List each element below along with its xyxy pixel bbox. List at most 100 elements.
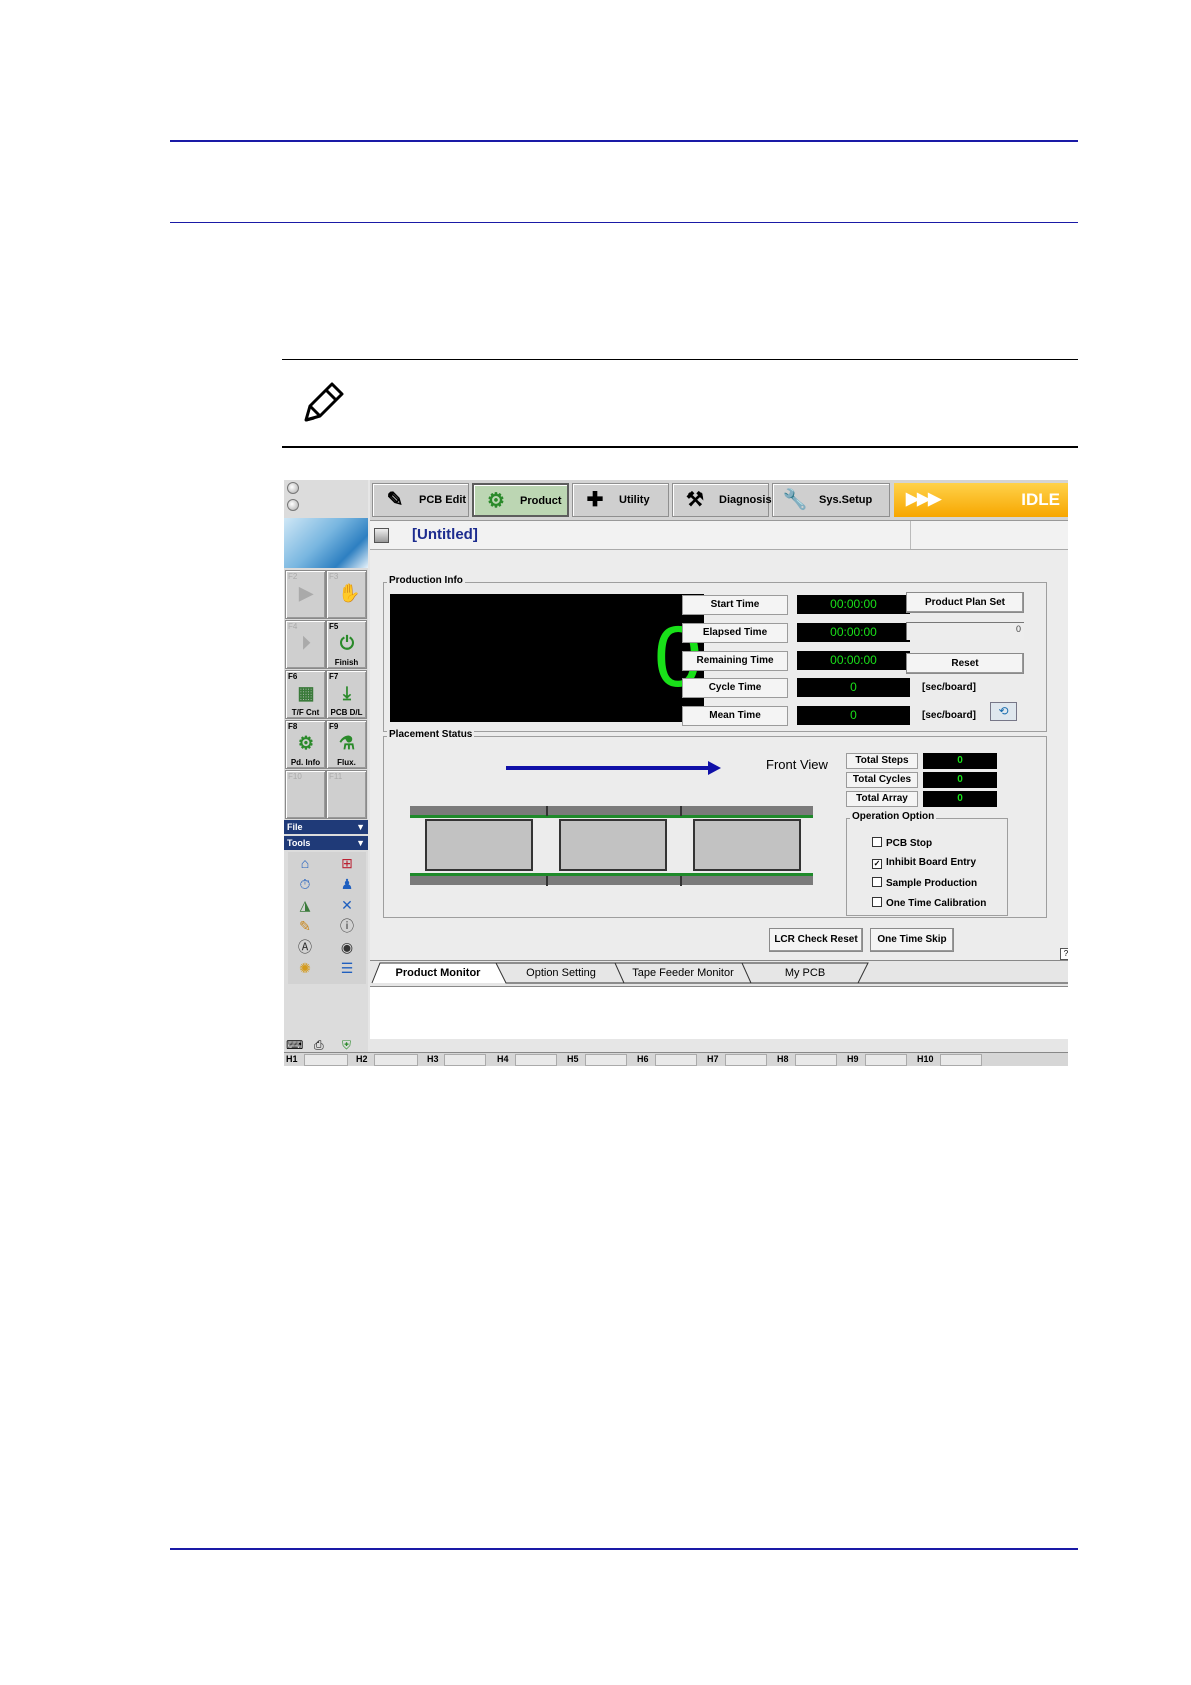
- cycle-time-value: 0: [797, 678, 910, 697]
- f4-step-button[interactable]: F4 ⏵: [285, 620, 326, 669]
- placement-status-title: Placement Status: [387, 729, 475, 740]
- remaining-time-label: Remaining Time: [682, 651, 788, 671]
- utility-button[interactable]: ✚ Utility: [572, 483, 669, 517]
- product-button[interactable]: ⚙ Product: [472, 483, 569, 517]
- f7-pcb-download-button[interactable]: F7 ⤓ PCB D/L: [326, 670, 367, 719]
- remaining-time-value: 00:00:00: [797, 651, 910, 670]
- printer-icon[interactable]: ⎙: [314, 1038, 324, 1053]
- head-status-box: [444, 1054, 486, 1066]
- font-icon[interactable]: Ⓐ: [294, 938, 316, 956]
- settings-icon[interactable]: ✺: [294, 959, 316, 977]
- home-icon[interactable]: ⌂: [294, 854, 316, 872]
- shield-icon[interactable]: ⛨: [342, 1038, 351, 1053]
- f10-button[interactable]: F10: [285, 770, 326, 819]
- tools-menu[interactable]: Tools ▼: [284, 836, 368, 850]
- inhibit-board-entry-checkbox[interactable]: ✓ Inhibit Board Entry: [872, 857, 976, 869]
- product-plan-set-button[interactable]: Product Plan Set: [906, 592, 1024, 613]
- bottom-icon-row: ⌨ ⎙ ⛨: [284, 1038, 368, 1052]
- radio-indicator-2[interactable]: [287, 499, 299, 511]
- brand-logo: [284, 518, 368, 568]
- pencil-note-icon: [304, 382, 344, 422]
- dropdown-arrow-icon: ▼: [356, 822, 365, 832]
- f11-button[interactable]: F11: [326, 770, 367, 819]
- pen-icon[interactable]: ✎: [294, 917, 316, 935]
- window-menu-icon[interactable]: [374, 528, 389, 543]
- board-slot-3: [693, 819, 801, 871]
- refresh-icon: ⟲: [998, 704, 1009, 718]
- head-label: H8: [777, 1054, 789, 1064]
- head-label: H7: [707, 1054, 719, 1064]
- sys-setup-button[interactable]: 🔧 Sys.Setup: [772, 483, 890, 517]
- axis-icon[interactable]: ✕: [336, 896, 358, 914]
- status-indicator: ▶▶▶ IDLE: [894, 483, 1068, 517]
- alert-icon[interactable]: ⓘ: [336, 917, 358, 935]
- f2-run-button[interactable]: F2 ▶: [285, 570, 326, 619]
- total-steps-value: 0: [923, 753, 997, 769]
- total-array-label: Total Array: [846, 791, 918, 807]
- start-time-label: Start Time: [682, 595, 788, 615]
- pcb-stop-checkbox[interactable]: PCB Stop: [872, 837, 932, 849]
- f5-finish-button[interactable]: F5 ⏻ Finish: [326, 620, 367, 669]
- play-icon: ▶: [299, 583, 313, 603]
- production-info-title: Production Info: [387, 575, 465, 586]
- diagnosis-button[interactable]: ⚒ Diagnosis: [672, 483, 772, 517]
- head-label: H2: [356, 1054, 368, 1064]
- file-menu[interactable]: File ▼: [284, 820, 368, 834]
- refresh-button[interactable]: ⟲: [990, 702, 1017, 721]
- head-label: H10: [917, 1054, 934, 1064]
- board-slot-1: [425, 819, 533, 871]
- f3-stop-button[interactable]: F3 ✋: [326, 570, 367, 619]
- sample-production-checkbox[interactable]: Sample Production: [872, 877, 977, 889]
- note-rule-top: [282, 359, 1078, 360]
- head-label: H5: [567, 1054, 579, 1064]
- reset-button[interactable]: Reset: [906, 653, 1024, 674]
- production-count-display: 0: [390, 594, 704, 722]
- product-monitor-panel: Production Info 0 Start Time 00:00:00 El…: [370, 550, 1068, 960]
- total-cycles-value: 0: [923, 772, 997, 788]
- conveyor-icon[interactable]: ◮: [294, 896, 316, 914]
- product-icon: ⚙: [487, 490, 505, 512]
- cycle-time-unit: [sec/board]: [922, 682, 976, 693]
- list-icon[interactable]: ☰: [336, 959, 358, 977]
- header-rule-top: [170, 140, 1078, 142]
- tab-option-setting[interactable]: Option Setting: [506, 963, 616, 984]
- lcr-check-reset-button[interactable]: LCR Check Reset: [769, 928, 863, 952]
- tab-my-pcb[interactable]: My PCB: [750, 963, 860, 984]
- head-status-box: [515, 1054, 557, 1066]
- one-time-skip-button[interactable]: One Time Skip: [870, 928, 954, 952]
- keyboard-icon[interactable]: ⌨: [286, 1038, 303, 1052]
- timer-icon[interactable]: ⏱: [294, 875, 316, 893]
- help-button[interactable]: ?: [1060, 948, 1068, 960]
- radio-indicator-1[interactable]: [287, 482, 299, 494]
- one-time-calibration-checkbox[interactable]: One Time Calibration: [872, 897, 986, 909]
- tab-product-monitor[interactable]: Product Monitor: [382, 963, 494, 984]
- head-label: H1: [286, 1054, 298, 1064]
- head-label: H3: [427, 1054, 439, 1064]
- total-steps-label: Total Steps: [846, 753, 918, 769]
- dropdown-arrow-icon: ▼: [356, 838, 365, 848]
- footer-rule: [170, 1548, 1078, 1550]
- direction-arrow-line: [506, 766, 710, 770]
- pcb-edit-button[interactable]: ✎ PCB Edit: [372, 483, 469, 517]
- note-rule-bottom: [282, 446, 1078, 448]
- head-label: H6: [637, 1054, 649, 1064]
- utility-icon: ✚: [586, 489, 604, 511]
- operation-option-title: Operation Option: [850, 811, 937, 822]
- layout-icon[interactable]: ⊞: [336, 854, 358, 872]
- head-status-box: [374, 1054, 418, 1066]
- f6-tf-count-button[interactable]: F6 ▦ T/F Cnt: [285, 670, 326, 719]
- head-status-box: [795, 1054, 837, 1066]
- start-time-value: 00:00:00: [797, 595, 910, 614]
- f9-flux-button[interactable]: F9 ⚗ Flux.: [326, 720, 367, 769]
- operator-icon[interactable]: ♟: [336, 875, 358, 893]
- head-status-box: [940, 1054, 982, 1066]
- tab-tape-feeder-monitor[interactable]: Tape Feeder Monitor: [622, 963, 744, 984]
- view-label: Front View: [766, 757, 828, 772]
- f8-product-info-button[interactable]: F8 ⚙ Pd. Info: [285, 720, 326, 769]
- board-slot-2: [559, 819, 667, 871]
- mean-time-unit: [sec/board]: [922, 710, 976, 721]
- cycle-time-label: Cycle Time: [682, 678, 788, 698]
- camera-icon[interactable]: ◉: [336, 938, 358, 956]
- tools-icon-panel: ⌂ ⊞ ⏱ ♟ ◮ ✕ ✎ ⓘ Ⓐ ◉ ✺ ☰: [288, 852, 366, 984]
- checkmark-icon: ✓: [872, 859, 882, 869]
